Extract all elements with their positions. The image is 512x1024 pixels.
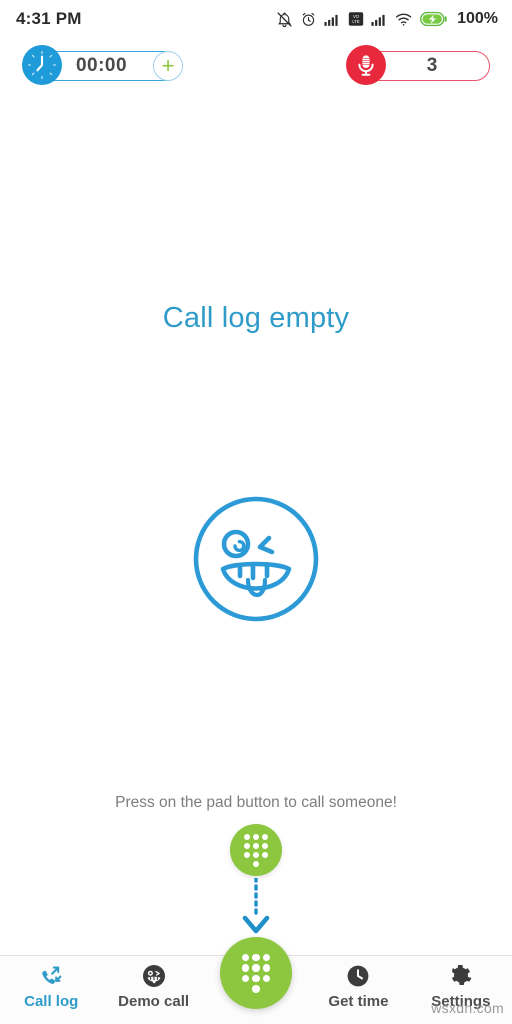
status-icon-tray: VO LTE 100% [276, 10, 498, 28]
bell-muted-icon [276, 11, 293, 28]
add-timer-button[interactable]: + [153, 51, 183, 81]
demo-face-icon [142, 964, 166, 988]
winking-face-tongue-icon [191, 494, 321, 629]
empty-state-title: Call log empty [162, 302, 350, 334]
main-content: Call log empty Press on the pad button t… [0, 94, 512, 955]
clock-filled-icon [346, 964, 370, 988]
bottom-navigation: Call log Demo call Get time Settings [0, 937, 512, 1024]
svg-text:LTE: LTE [352, 19, 360, 24]
alarm-clock-icon [300, 11, 317, 28]
battery-percent-label: 100% [457, 10, 498, 27]
nav-item-demo-call[interactable]: Demo call [102, 956, 204, 1010]
nav-label-get-time: Get time [328, 993, 389, 1010]
plus-icon: + [161, 53, 175, 78]
timer-widget[interactable]: 00:00 + [22, 45, 183, 85]
gear-icon [449, 964, 473, 988]
nav-item-get-time[interactable]: Get time [307, 956, 409, 1010]
phone-screen: 4:31 PM VO LTE 100% 00:00 + 3 Call log e… [0, 0, 512, 1024]
nav-label-demo-call: Demo call [118, 993, 190, 1010]
nav-label-call-log: Call log [24, 993, 79, 1010]
pad-hint-button[interactable] [230, 824, 282, 876]
dialpad-fab-button[interactable] [220, 937, 292, 1009]
arrow-down-icon [238, 876, 274, 943]
nav-label-settings: Settings [431, 993, 491, 1010]
wifi-icon [395, 12, 413, 27]
nav-item-settings[interactable]: Settings [410, 956, 512, 1010]
timer-value: 00:00 [75, 55, 128, 76]
call-log-icon [38, 964, 64, 988]
signal-bars-2-icon [371, 12, 388, 27]
dialpad-icon [241, 953, 271, 993]
microphone-icon [346, 45, 386, 85]
top-widget-row: 00:00 + 3 [0, 38, 512, 94]
battery-charging-icon [420, 11, 447, 27]
signal-bars-icon [324, 12, 341, 27]
nav-item-call-log[interactable]: Call log [0, 956, 102, 1010]
recorder-value: 3 [426, 55, 438, 76]
recorder-widget[interactable]: 3 [346, 45, 490, 85]
dialpad-icon [244, 833, 268, 867]
clock-icon [22, 45, 62, 85]
status-bar: 4:31 PM VO LTE 100% [0, 0, 512, 38]
volte-icon: VO LTE [348, 11, 364, 27]
status-time: 4:31 PM [16, 9, 82, 28]
pad-hint-text: Press on the pad button to call someone! [115, 794, 397, 811]
